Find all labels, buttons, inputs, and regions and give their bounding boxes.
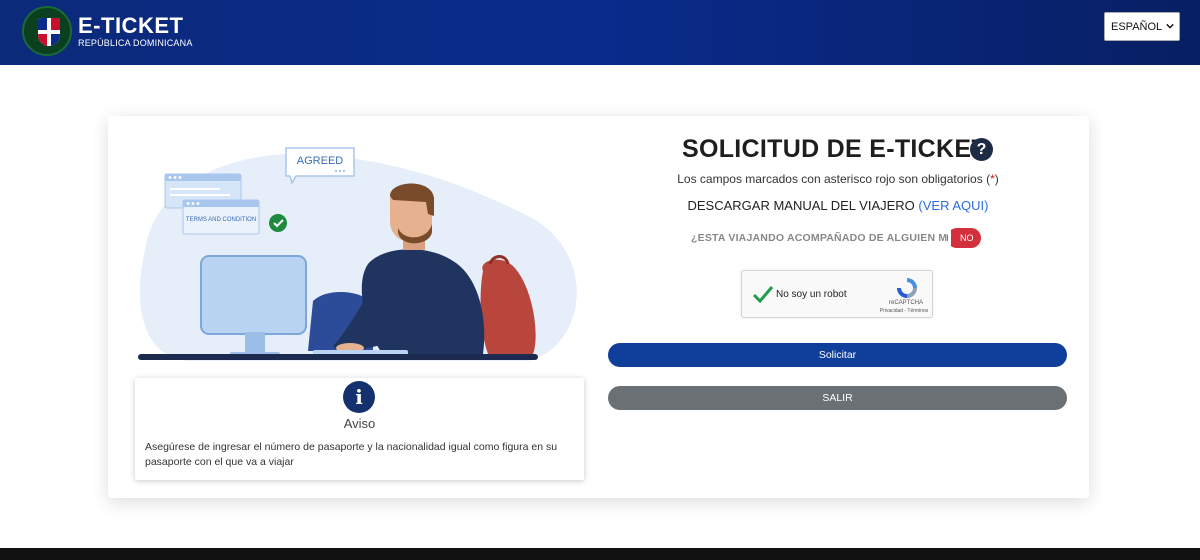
aviso-title: Aviso <box>343 416 376 431</box>
toggle-knob <box>948 230 951 246</box>
footer-bar <box>0 548 1200 560</box>
recaptcha-widget: No soy un robot reCAPTCHA Privacidad - T… <box>741 270 933 318</box>
submit-button[interactable]: Solicitar <box>608 343 1067 367</box>
manual-link[interactable]: (VER AQUI) <box>918 198 988 213</box>
required-note: Los campos marcados con asterisco rojo s… <box>608 172 1068 186</box>
coat-of-arms-icon <box>22 6 72 56</box>
recaptcha-links[interactable]: Privacidad - Términos <box>871 308 937 314</box>
brand: E-TICKET REPÚBLICA DOMINICANA <box>78 13 193 49</box>
language-select[interactable]: ESPAÑOL <box>1104 12 1180 41</box>
checkmark-icon[interactable] <box>752 283 774 305</box>
companion-question: ¿ESTA VIAJANDO ACOMPAÑADO DE ALGUIEN MAS… <box>691 232 969 244</box>
page-title: SOLICITUD DE E-TICKET <box>682 135 987 163</box>
exit-button[interactable]: SALIR <box>608 386 1067 410</box>
terms-label: TERMS AND CONDITION <box>186 217 256 223</box>
recaptcha-brand: reCAPTCHA <box>888 300 923 306</box>
toggle-label: NO <box>960 233 974 243</box>
agreed-text: AGREED <box>297 155 344 167</box>
manual-download: DESCARGAR MANUAL DEL VIAJERO (VER AQUI) <box>608 198 1068 213</box>
check-circle-icon <box>269 214 287 232</box>
logo[interactable]: E-TICKET REPÚBLICA DOMINICANA <box>22 6 193 56</box>
eticket-card: TERMS AND CONDITION AGREED i Aviso Asegú… <box>108 116 1089 498</box>
required-note-prefix: Los campos marcados con asterisco rojo s… <box>677 172 991 186</box>
manual-text: DESCARGAR MANUAL DEL VIAJERO <box>687 198 915 213</box>
language-selected-value: ESPAÑOL <box>1111 21 1163 33</box>
info-icon: i <box>343 381 375 413</box>
aviso-panel: i Aviso Asegúrese de ingresar el número … <box>135 378 584 480</box>
recaptcha-icon <box>897 278 917 298</box>
required-note-suffix: ) <box>994 172 999 186</box>
monitor <box>200 255 307 335</box>
workspace-illustration: TERMS AND CONDITION AGREED <box>138 147 577 361</box>
desk <box>138 354 538 360</box>
companion-toggle[interactable]: NO <box>947 228 981 248</box>
brand-subtitle: REPÚBLICA DOMINICANA <box>78 38 193 48</box>
chevron-down-icon <box>1166 23 1174 29</box>
recaptcha-label: No soy un robot <box>776 289 847 300</box>
top-header: E-TICKET REPÚBLICA DOMINICANA ESPAÑOL <box>0 0 1200 65</box>
help-icon[interactable]: ? <box>970 138 993 161</box>
aviso-text: Asegúrese de ingresar el número de pasap… <box>145 441 558 468</box>
brand-title: E-TICKET <box>78 13 184 38</box>
